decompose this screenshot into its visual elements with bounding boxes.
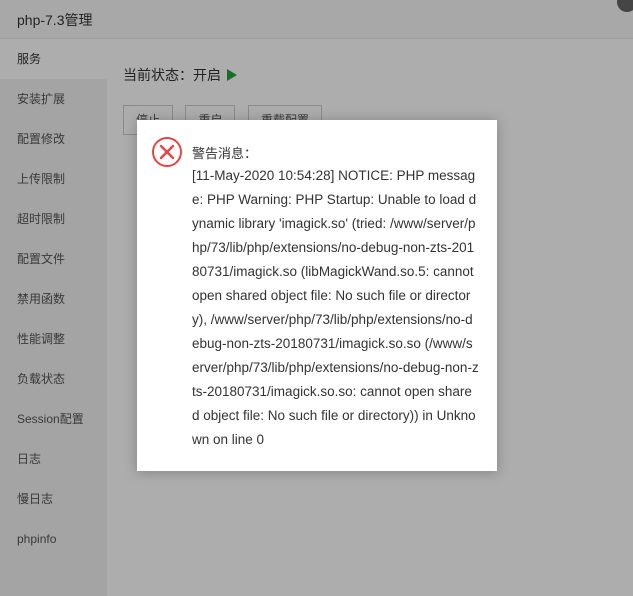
error-circle-x-icon <box>152 137 182 167</box>
dialog-message: [11-May-2020 10:54:28] NOTICE: PHP messa… <box>192 168 479 447</box>
warning-dialog: 警告消息： [11-May-2020 10:54:28] NOTICE: PHP… <box>137 120 497 471</box>
dialog-heading: 警告消息： <box>192 146 258 161</box>
